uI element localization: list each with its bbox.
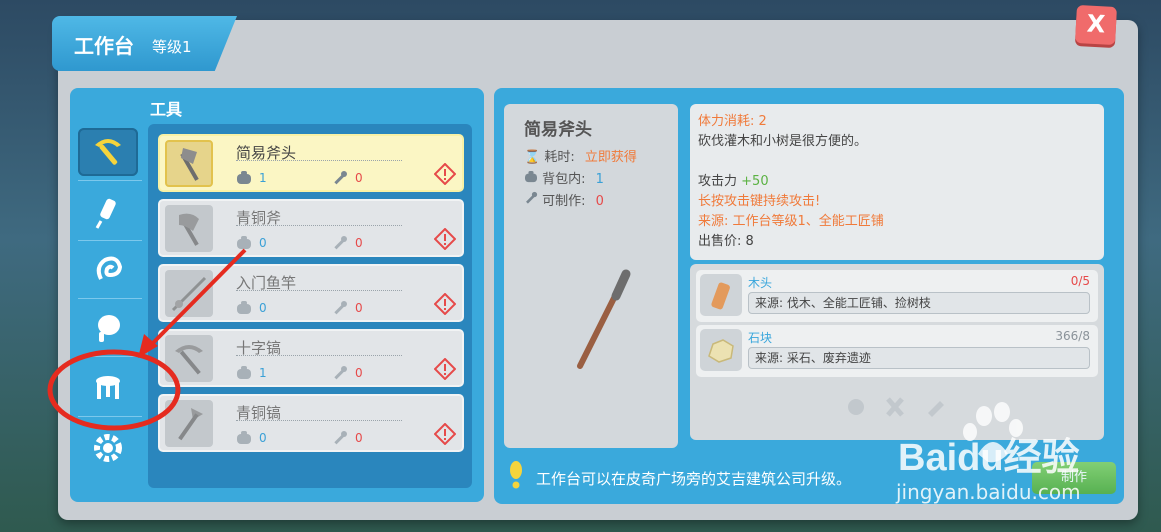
description-text: 砍伐灌木和小树是很方便的。 xyxy=(698,134,868,149)
bag-stat: 背包内: 1 xyxy=(524,168,604,187)
warning-icon xyxy=(434,423,456,445)
wrench-icon xyxy=(334,301,347,315)
backpack-icon xyxy=(525,171,537,183)
placeholder-icons xyxy=(848,397,944,417)
time-stat: ⌛ 耗时: 立即获得 xyxy=(524,146,637,165)
category-medicine[interactable] xyxy=(78,188,138,236)
material-thumbnail xyxy=(700,274,742,316)
tip-text: 工作台可以在皮奇广场旁的艾吉建筑公司升级。 xyxy=(536,470,852,488)
craft-count: 0 xyxy=(355,301,363,315)
time-label: 耗时: xyxy=(544,150,575,165)
section-title: 工具 xyxy=(150,100,183,119)
annotation-overlay xyxy=(47,248,247,431)
close-button[interactable]: X xyxy=(1075,4,1117,46)
list-item[interactable]: 简易斧头 1 0 xyxy=(158,134,464,192)
warning-icon xyxy=(434,228,456,250)
warning-icon xyxy=(434,358,456,380)
hold-attack-text: 长按攻击键持续攻击! xyxy=(698,194,821,209)
wrench-icon xyxy=(526,191,538,204)
category-tools[interactable] xyxy=(78,128,138,176)
craft-count: 0 xyxy=(355,366,363,380)
watermark-url: jingyan.baidu.com xyxy=(896,480,1081,504)
window-title: 工作台 xyxy=(74,34,134,58)
craft-count: 0 xyxy=(355,171,363,185)
material-thumbnail xyxy=(700,329,742,371)
wrench-icon xyxy=(334,171,347,185)
bag-count: 0 xyxy=(259,236,267,250)
material-name: 木头 xyxy=(748,276,773,290)
syringe-icon xyxy=(95,198,116,229)
source-text: 来源: 工作台等级1、全能工匠铺 xyxy=(698,214,884,229)
wood-icon xyxy=(711,282,730,310)
material-source: 来源: 采石、废弃遗迹 xyxy=(748,347,1090,369)
attack-row: 攻击力 +50 xyxy=(698,172,1096,192)
material-count: 366/8 xyxy=(1055,329,1090,343)
stamina-text: 体力消耗: 2 xyxy=(698,114,767,129)
warning-icon xyxy=(434,163,456,185)
material-count: 0/5 xyxy=(1070,274,1090,288)
craft-count: 0 xyxy=(355,236,363,250)
stone-icon xyxy=(708,339,734,363)
title-tab: 工作台 等级1 xyxy=(52,16,237,71)
wrench-icon xyxy=(334,236,347,250)
axe-icon xyxy=(180,147,199,181)
material-source: 来源: 伐木、全能工匠铺、捡树枝 xyxy=(748,292,1090,314)
item-thumbnail xyxy=(165,140,213,187)
hourglass-icon: ⌛ xyxy=(524,150,541,165)
craft-count: 0 xyxy=(355,431,363,445)
craft-value: 0 xyxy=(595,194,604,209)
craft-label: 可制作: xyxy=(542,194,586,209)
material-row: 石块 366/8 来源: 采石、废弃遗迹 xyxy=(696,325,1098,377)
wrench-icon xyxy=(334,431,347,445)
exclamation-icon xyxy=(510,461,522,489)
bag-count: 1 xyxy=(259,171,267,185)
craft-stat: 可制作: 0 xyxy=(524,190,604,209)
axe-preview-image xyxy=(577,269,631,369)
level-label: 等级1 xyxy=(152,38,192,56)
price-text: 出售价: 8 xyxy=(698,234,754,249)
bag-count: 0 xyxy=(259,431,267,445)
bag-value: 1 xyxy=(595,172,604,187)
item-title: 简易斧头 xyxy=(524,120,592,140)
time-value: 立即获得 xyxy=(584,150,637,165)
wrench-icon xyxy=(334,366,347,380)
material-row: 木头 0/5 来源: 伐木、全能工匠铺、捡树枝 xyxy=(696,270,1098,322)
bag-label: 背包内: xyxy=(542,172,586,187)
description-box: 体力消耗: 2 砍伐灌木和小树是很方便的。 攻击力 +50 长按攻击键持续攻击!… xyxy=(690,104,1104,260)
attack-label: 攻击力 xyxy=(698,174,738,189)
material-name: 石块 xyxy=(748,331,773,345)
pickaxe-icon xyxy=(95,139,121,165)
bag-count: 1 xyxy=(259,366,267,380)
backpack-icon xyxy=(237,171,251,184)
bag-count: 0 xyxy=(259,301,267,315)
empty-material-slot xyxy=(696,380,1098,434)
attack-value: +50 xyxy=(741,174,769,189)
warning-icon xyxy=(434,293,456,315)
